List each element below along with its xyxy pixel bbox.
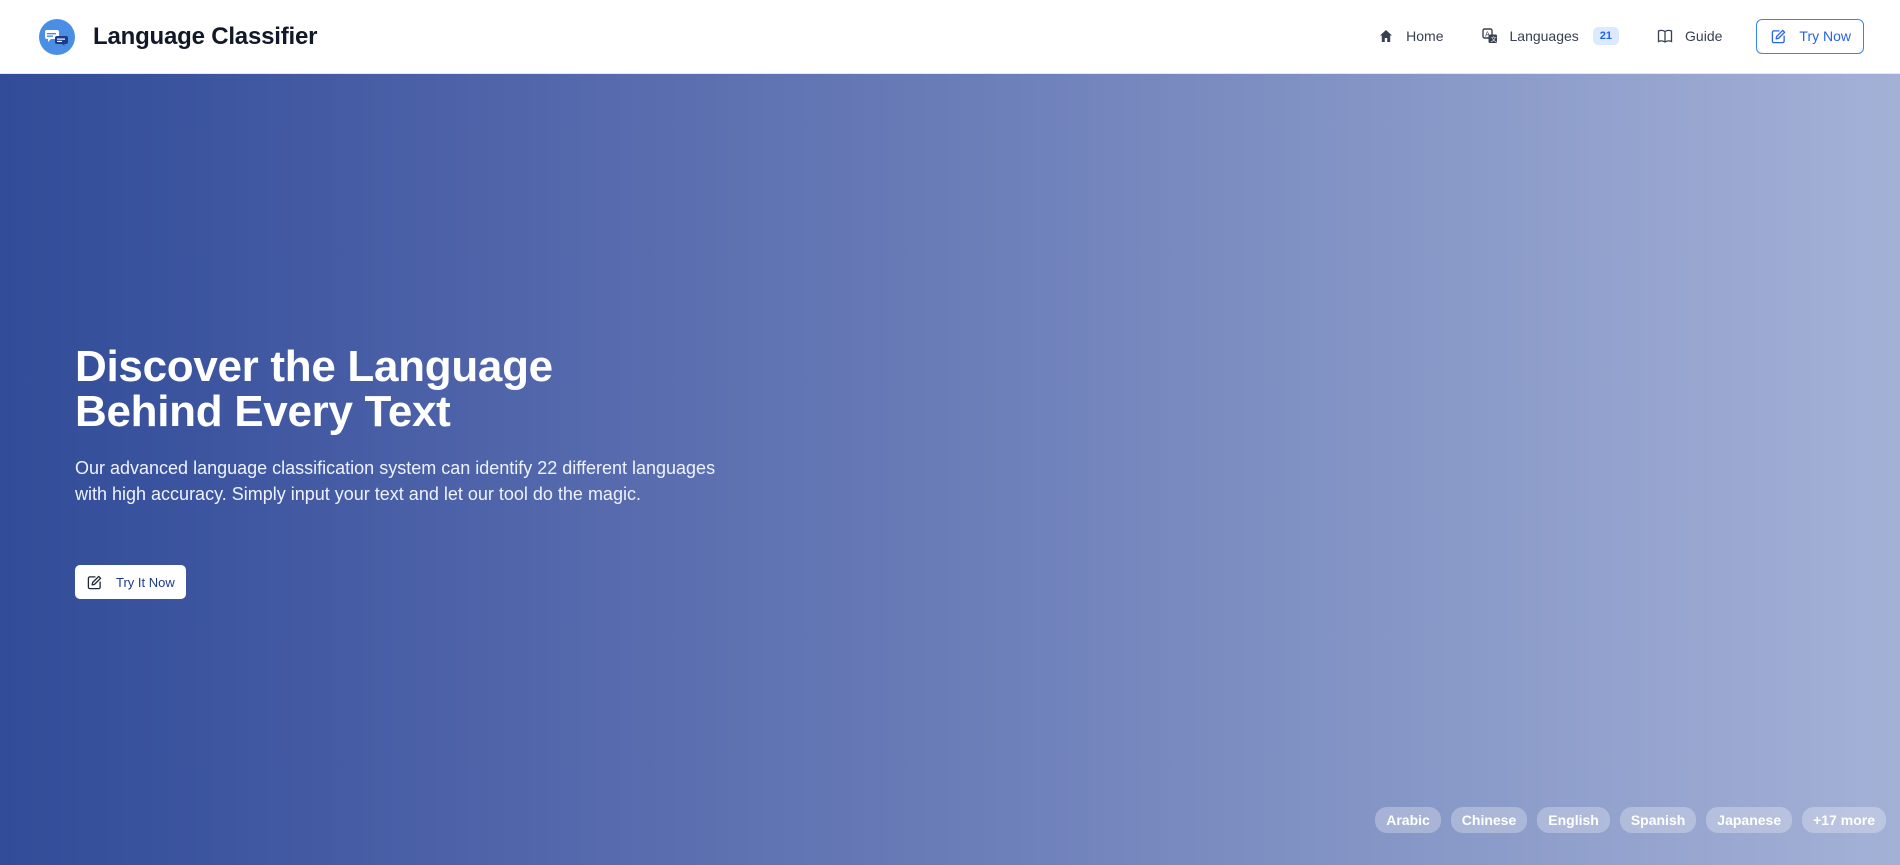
try-now-label: Try Now xyxy=(1799,28,1851,44)
translate-icon: A文 xyxy=(1481,28,1498,44)
try-now-button[interactable]: Try Now xyxy=(1756,18,1864,54)
edit-icon xyxy=(87,575,102,590)
try-it-now-label: Try It Now xyxy=(116,574,175,590)
try-it-now-button[interactable]: Try It Now xyxy=(75,565,186,599)
chat-bubbles-icon xyxy=(39,19,75,55)
language-tag: Japanese xyxy=(1706,807,1793,833)
main-nav: Home A文 Languages 21 Guide Try Now xyxy=(1340,18,1864,54)
hero-title-line-2: Behind Every Text xyxy=(75,387,451,436)
hero-section: Discover the Language Behind Every Text … xyxy=(0,74,1900,865)
brand[interactable]: Language Classifier xyxy=(39,19,317,55)
nav-item-label: Home xyxy=(1406,28,1444,44)
hero-title-line-1: Discover the Language xyxy=(75,342,553,391)
app-title: Language Classifier xyxy=(93,23,318,50)
language-tag: Arabic xyxy=(1375,807,1441,833)
languages-count-badge: 21 xyxy=(1592,27,1620,45)
nav-item-guide[interactable]: Guide xyxy=(1657,28,1722,44)
book-icon xyxy=(1657,28,1673,44)
language-tag: Spanish xyxy=(1619,807,1697,833)
language-tags: Arabic Chinese English Spanish Japanese … xyxy=(1365,807,1886,833)
nav-item-home[interactable]: Home xyxy=(1378,28,1444,44)
nav-item-label: Guide xyxy=(1685,28,1723,44)
language-tag: English xyxy=(1537,807,1610,833)
language-tag: Chinese xyxy=(1450,807,1528,833)
more-languages-tag[interactable]: +17 more xyxy=(1802,807,1886,833)
top-navbar: Language Classifier Home A文 Languages 21… xyxy=(0,0,1900,74)
hero-description: Our advanced language classification sys… xyxy=(75,458,716,504)
home-icon xyxy=(1378,28,1394,44)
svg-text:文: 文 xyxy=(1490,36,1496,44)
edit-icon xyxy=(1771,29,1786,44)
nav-item-languages[interactable]: A文 Languages 21 xyxy=(1481,27,1620,45)
hero-title: Discover the Language Behind Every Text xyxy=(75,344,635,434)
nav-item-label: Languages xyxy=(1509,28,1579,44)
